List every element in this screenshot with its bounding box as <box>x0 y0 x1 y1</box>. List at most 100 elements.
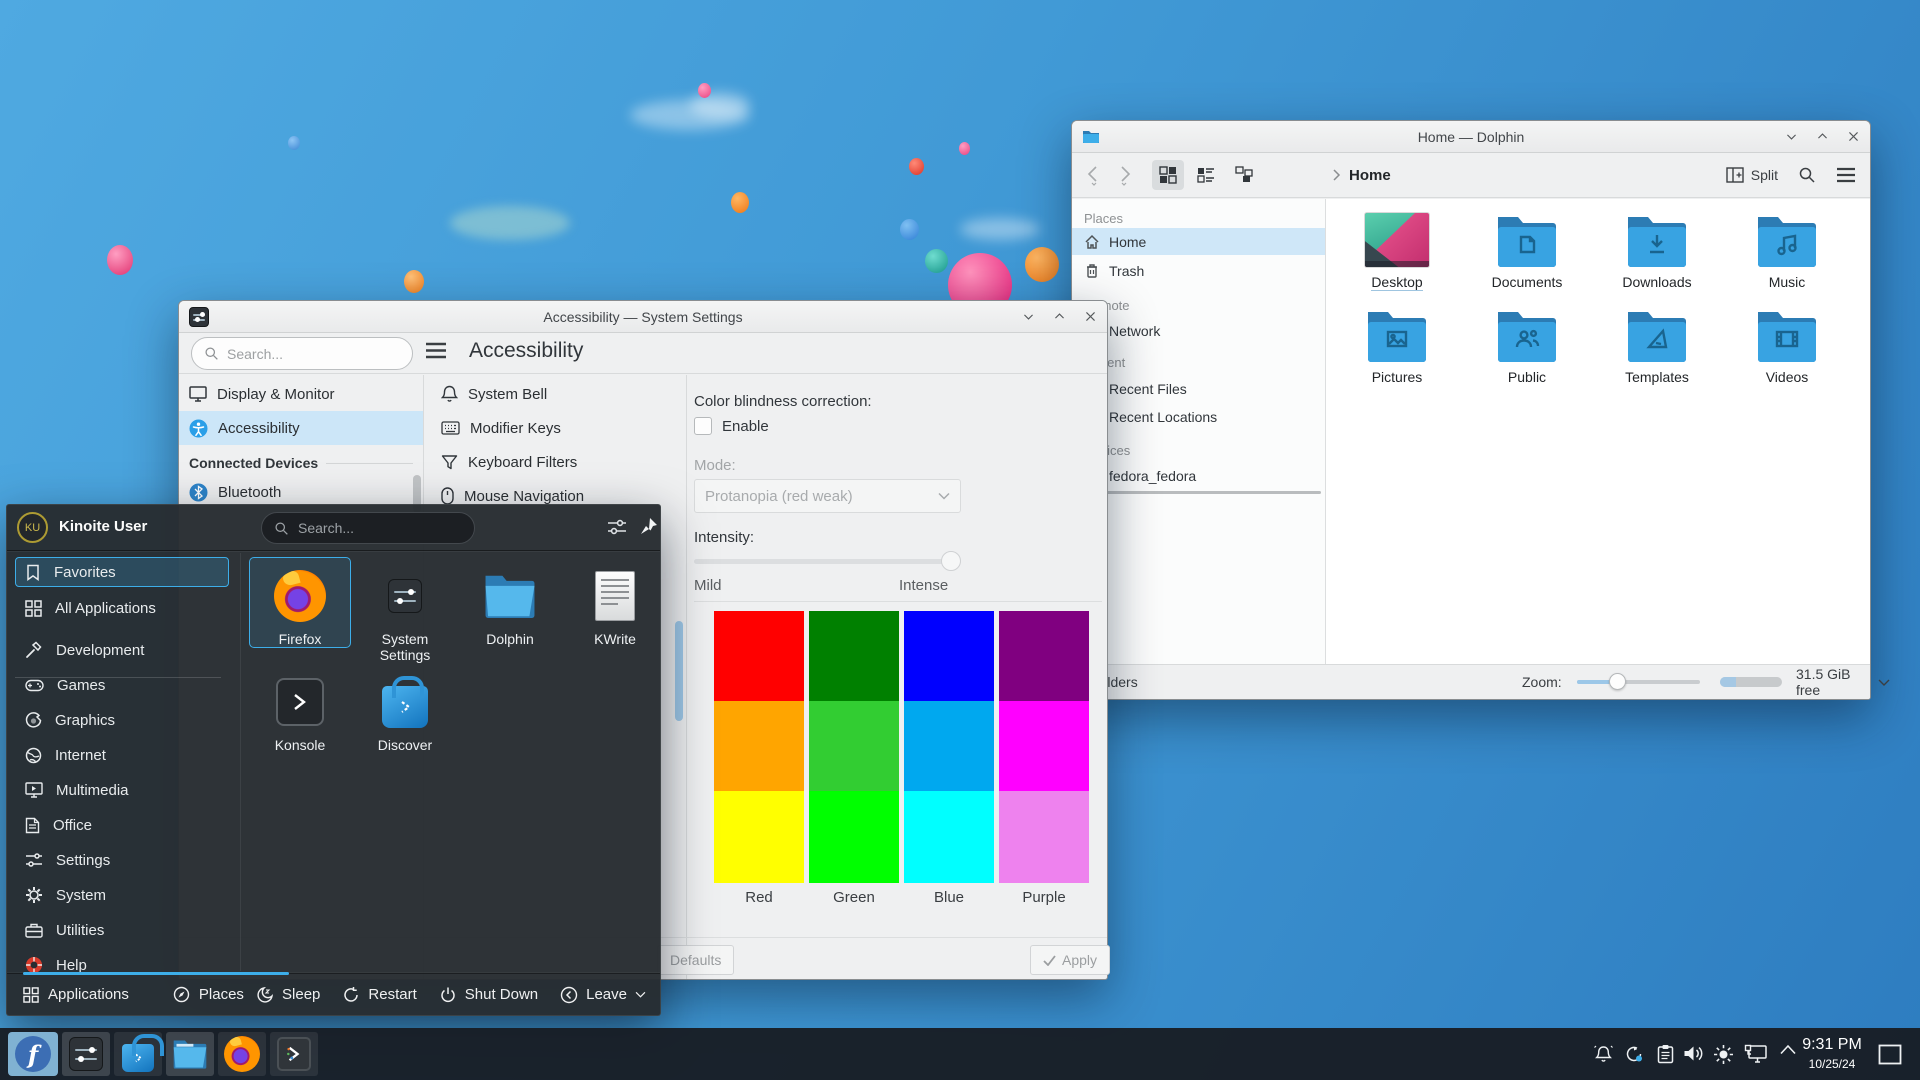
category-internet[interactable]: Internet <box>15 740 229 770</box>
defaults-button[interactable]: Defaults <box>657 945 734 975</box>
icons-view-button[interactable] <box>1152 160 1184 190</box>
category-development[interactable]: Development <box>15 635 229 665</box>
details-view-button[interactable] <box>1190 160 1222 190</box>
subpage-item-modifier-keys[interactable]: Modifier Keys <box>425 411 686 445</box>
brightness-icon[interactable] <box>1713 1044 1734 1065</box>
intensity-slider[interactable] <box>694 551 961 571</box>
leave-icon <box>560 986 578 1004</box>
places-item-home[interactable]: Home <box>1072 228 1325 255</box>
expand-tray-chevron-up-icon[interactable] <box>1780 1044 1796 1055</box>
folder-item-templates[interactable]: Templates <box>1596 304 1718 385</box>
folder-item-public[interactable]: Public <box>1466 304 1588 385</box>
pin-icon[interactable] <box>639 517 658 536</box>
tree-view-button[interactable] <box>1228 160 1260 190</box>
folder-item-pictures[interactable]: Pictures <box>1336 304 1458 385</box>
settings-titlebar[interactable]: Accessibility — System Settings <box>179 301 1107 333</box>
maximize-icon[interactable] <box>1053 310 1066 323</box>
category-all-applications[interactable]: All Applications <box>15 593 229 623</box>
configure-icon[interactable] <box>607 518 627 536</box>
chevron-down-icon[interactable] <box>1878 678 1890 688</box>
category-system[interactable]: System <box>15 880 229 910</box>
kickoff-search-input[interactable]: Search... <box>261 512 475 544</box>
task-firefox[interactable] <box>218 1032 266 1076</box>
updates-icon[interactable] <box>1624 1044 1644 1064</box>
apply-button[interactable]: Apply <box>1030 945 1110 975</box>
clock[interactable]: 9:31 PM 10/25/24 <box>1796 1035 1868 1073</box>
minimize-icon[interactable] <box>1022 310 1035 323</box>
places-label: Recent Files <box>1109 381 1187 397</box>
category-multimedia[interactable]: Multimedia <box>15 775 229 805</box>
breadcrumb[interactable]: Home <box>1331 167 1391 184</box>
task-system-settings[interactable] <box>62 1032 110 1076</box>
forward-icon[interactable] <box>1114 164 1134 186</box>
category-favorites[interactable]: Favorites <box>15 557 229 587</box>
enable-checkbox-row[interactable]: Enable <box>694 417 769 435</box>
places-item-recent-files[interactable]: Recent Files <box>1072 375 1325 402</box>
breadcrumb-home[interactable]: Home <box>1349 167 1391 184</box>
enable-checkbox[interactable] <box>694 417 712 435</box>
zoom-slider[interactable] <box>1577 680 1700 684</box>
subpage-item-keyboard-filters[interactable]: Keyboard Filters <box>425 445 686 479</box>
dolphin-icon <box>483 574 537 618</box>
tab-applications[interactable]: Applications <box>23 986 129 1003</box>
dolphin-folder-view[interactable]: Desktop Documents Downloads Music P <box>1326 199 1870 664</box>
app-label: Firefox <box>279 631 322 647</box>
folder-item-documents[interactable]: Documents <box>1466 209 1588 290</box>
category-graphics[interactable]: Graphics <box>15 705 229 735</box>
volume-icon[interactable] <box>1683 1044 1704 1063</box>
clipboard-icon[interactable] <box>1657 1044 1674 1064</box>
action-label: Restart <box>368 986 416 1003</box>
app-tile-kwrite[interactable]: KWrite <box>564 557 666 648</box>
category-games[interactable]: Games <box>15 670 229 700</box>
sidebar-item-accessibility[interactable]: Accessibility <box>179 411 423 445</box>
hamburger-menu-icon[interactable] <box>425 342 447 359</box>
tab-places[interactable]: Places <box>173 986 244 1003</box>
split-button[interactable]: Split <box>1726 167 1778 184</box>
app-tile-dolphin[interactable]: Dolphin <box>459 557 561 648</box>
avatar[interactable]: KU <box>17 512 48 543</box>
notifications-bell-icon[interactable] <box>1593 1044 1614 1064</box>
close-icon[interactable] <box>1084 310 1097 323</box>
settings-panel: Color blindness correction: Enable Mode:… <box>687 375 1107 979</box>
places-item-recent-locations[interactable]: Recent Locations <box>1072 403 1325 430</box>
close-icon[interactable] <box>1847 130 1860 143</box>
task-dolphin[interactable] <box>166 1032 214 1076</box>
sidebar-item-display[interactable]: Display & Monitor <box>179 377 423 411</box>
hamburger-menu-icon[interactable] <box>1836 167 1856 183</box>
places-item-fedora[interactable]: fedora_fedora <box>1072 462 1325 489</box>
settings-search-input[interactable]: Search... <box>191 337 413 370</box>
app-tile-system-settings[interactable]: System Settings <box>354 557 456 664</box>
home-icon <box>1084 234 1100 250</box>
minimize-icon[interactable] <box>1785 130 1798 143</box>
network-icon[interactable] <box>1744 1044 1768 1064</box>
app-tile-discover[interactable]: Discover <box>354 663 456 754</box>
folder-item-videos[interactable]: Videos <box>1726 304 1848 385</box>
search-icon[interactable] <box>1798 166 1816 184</box>
restart-button[interactable]: Restart <box>342 986 416 1004</box>
folder-item-music[interactable]: Music <box>1726 209 1848 290</box>
sleep-button[interactable]: Sleep <box>256 986 320 1004</box>
mode-dropdown[interactable]: Protanopia (red weak) <box>694 479 961 513</box>
app-tile-konsole[interactable]: Konsole <box>249 663 351 754</box>
subpage-item-system-bell[interactable]: System Bell <box>425 377 686 411</box>
task-discover[interactable] <box>114 1032 162 1076</box>
dolphin-titlebar[interactable]: Home — Dolphin <box>1072 121 1870 153</box>
task-konsole[interactable] <box>270 1032 318 1076</box>
shutdown-button[interactable]: Shut Down <box>439 986 538 1004</box>
back-icon[interactable] <box>1084 164 1104 186</box>
show-desktop-icon[interactable] <box>1878 1044 1902 1065</box>
app-tile-firefox[interactable]: Firefox <box>249 557 351 648</box>
category-office[interactable]: Office <box>15 810 229 840</box>
category-settings[interactable]: Settings <box>15 845 229 875</box>
folder-item-downloads[interactable]: Downloads <box>1596 209 1718 290</box>
application-launcher-button[interactable]: f <box>8 1032 58 1076</box>
places-scrollbar[interactable] <box>1106 491 1321 494</box>
category-utilities[interactable]: Utilities <box>15 915 229 945</box>
folder-item-desktop[interactable]: Desktop <box>1336 209 1458 291</box>
leave-button[interactable]: Leave <box>560 986 646 1004</box>
places-item-trash[interactable]: Trash <box>1072 257 1325 284</box>
monitor-play-icon <box>25 782 43 798</box>
subpage-scrollbar[interactable] <box>675 621 683 721</box>
maximize-icon[interactable] <box>1816 130 1829 143</box>
places-item-network[interactable]: Network <box>1072 317 1325 344</box>
